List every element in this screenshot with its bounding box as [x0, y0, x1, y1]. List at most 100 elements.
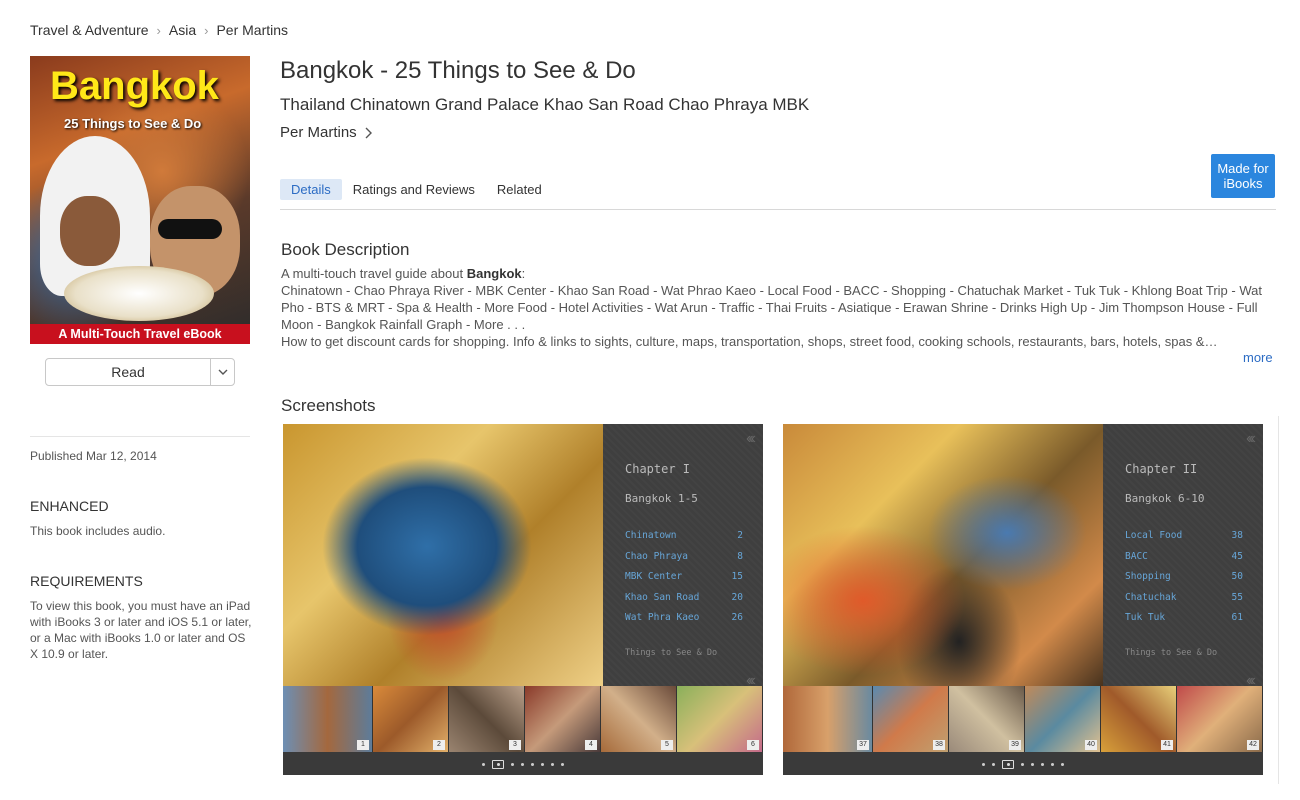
author-link[interactable]: Per Martins	[280, 124, 373, 141]
thumbnail-strip: 37 38 39 40 41 42	[783, 686, 1263, 752]
chapter-panel: ‹‹‹ Chapter II Bangkok 6-10 Local Food 38…	[1103, 424, 1263, 696]
toc-row: Chinatown 2	[625, 530, 743, 541]
chevron-down-icon	[218, 369, 227, 375]
toc-row: Tuk Tuk 61	[1125, 612, 1243, 623]
description-body: Chinatown - Chao Phraya River - MBK Cent…	[281, 283, 1262, 332]
screenshot-1[interactable]: ‹‹‹ Chapter I Bangkok 1-5 Chinatown 2 Cha…	[283, 424, 763, 775]
breadcrumb: Travel & Adventure › Asia › Per Martins	[30, 22, 288, 38]
thumbnail: 3	[449, 686, 525, 752]
cover-title: Bangkok	[50, 64, 219, 108]
badge-line2: iBooks	[1223, 176, 1263, 191]
sidebar-divider	[30, 436, 250, 437]
description-text: A multi-touch travel guide about Bangkok…	[281, 265, 1276, 350]
page-dot	[561, 763, 564, 766]
chevron-right-icon: ›	[156, 22, 161, 38]
page-dot	[1021, 763, 1024, 766]
enhanced-text: This book includes audio.	[30, 524, 166, 538]
tab-details[interactable]: Details	[280, 179, 342, 200]
chevron-right-icon: ›	[204, 22, 209, 38]
enhanced-heading: ENHANCED	[30, 498, 109, 514]
read-button[interactable]: Read	[46, 359, 210, 385]
breadcrumb-asia[interactable]: Asia	[169, 22, 196, 38]
chapter-range: Bangkok 1-5	[625, 492, 698, 505]
cover-chef-face	[60, 196, 120, 266]
tab-related[interactable]: Related	[486, 179, 553, 200]
requirements-text: To view this book, you must have an iPad…	[30, 599, 252, 661]
cover-food-plate	[64, 266, 214, 321]
read-options-dropdown[interactable]	[210, 359, 234, 385]
page-dot-current	[492, 760, 504, 769]
toc-row: Local Food 38	[1125, 530, 1243, 541]
page-dot	[992, 763, 995, 766]
thumbnail: 38	[873, 686, 949, 752]
thumbnail: 40	[1025, 686, 1101, 752]
cover-sunglasses	[158, 219, 222, 239]
book-cover: Bangkok 25 Things to See & Do A Multi-To…	[30, 56, 250, 344]
thumbnail: 42	[1177, 686, 1263, 752]
breadcrumb-author[interactable]: Per Martins	[216, 22, 288, 38]
cover-banner: A Multi-Touch Travel eBook	[30, 324, 250, 344]
thumbnail-strip: 1 2 3 4 5 6	[283, 686, 763, 752]
page-dot	[521, 763, 524, 766]
toc-row: Khao San Road 20	[625, 591, 743, 603]
page-dot	[982, 763, 985, 766]
cover-subtitle: 25 Things to See & Do	[64, 116, 202, 131]
page-dot	[1031, 763, 1034, 766]
screenshots-scroll-edge	[1278, 416, 1279, 784]
page-indicator[interactable]	[283, 754, 763, 775]
chapter-title: Chapter II	[1125, 462, 1198, 476]
page-indicator[interactable]	[783, 754, 1263, 775]
requirements-heading: REQUIREMENTS	[30, 573, 143, 589]
breadcrumb-travel-adventure[interactable]: Travel & Adventure	[30, 22, 149, 38]
description-body-2: How to get discount cards for shopping. …	[281, 334, 1218, 349]
page-dot	[1051, 763, 1054, 766]
chapter-toc: Local Food 38 BACC 45 Shopping 50 Chatuchak…	[1125, 530, 1243, 633]
toc-row: MBK Center 15	[625, 571, 743, 582]
badge-line1: Made for	[1217, 161, 1269, 176]
toc-row: Chao Phraya 8	[625, 550, 743, 562]
chapter-title: Chapter I	[625, 462, 691, 476]
description-heading: Book Description	[281, 240, 410, 259]
read-button-group: Read	[45, 358, 235, 386]
screenshot-photo-tuk-tuk	[783, 424, 1103, 696]
more-link[interactable]: more	[1243, 350, 1273, 365]
thumbnail: 41	[1101, 686, 1177, 752]
toc-row: Wat Phra Kaeo 26	[625, 612, 743, 623]
page-dot	[482, 763, 485, 766]
chapter-footer: Things to See & Do	[625, 648, 718, 658]
page-dot	[531, 763, 534, 766]
tab-divider	[280, 209, 1276, 210]
chapter-toc: Chinatown 2 Chao Phraya 8 MBK Center 15 Kha…	[625, 530, 743, 633]
page-dot	[1061, 763, 1064, 766]
tab-bar: Details Ratings and Reviews Related	[280, 179, 553, 200]
thumbnail: 37	[783, 686, 873, 752]
thumbnail: 1	[283, 686, 373, 752]
chevron-left-icon: ‹‹‹	[746, 430, 756, 447]
thumbnail: 6	[677, 686, 763, 752]
screenshot-photo-demon-mask	[283, 424, 603, 696]
screenshot-2[interactable]: ‹‹‹ Chapter II Bangkok 6-10 Local Food 38…	[783, 424, 1263, 775]
chevron-left-icon: ‹‹‹	[1246, 430, 1256, 447]
chapter-footer: Things to See & Do	[1125, 648, 1218, 658]
toc-row: Shopping 50	[1125, 571, 1243, 582]
toc-row: Chatuchak 55	[1125, 591, 1243, 603]
chevron-right-icon	[365, 127, 372, 138]
published-date: Published Mar 12, 2014	[30, 449, 157, 463]
chapter-range: Bangkok 6-10	[1125, 492, 1205, 505]
tab-ratings-reviews[interactable]: Ratings and Reviews	[342, 179, 486, 200]
book-title: Bangkok - 25 Things to See & Do	[280, 57, 636, 84]
page-dot	[541, 763, 544, 766]
author-name: Per Martins	[280, 124, 357, 141]
page-dot	[551, 763, 554, 766]
thumbnail: 39	[949, 686, 1025, 752]
page-dot-current	[1002, 760, 1014, 769]
chapter-panel: ‹‹‹ Chapter I Bangkok 1-5 Chinatown 2 Cha…	[603, 424, 763, 696]
book-subtitle: Thailand Chinatown Grand Palace Khao San…	[280, 95, 810, 114]
thumbnail: 4	[525, 686, 601, 752]
made-for-ibooks-badge: Made for iBooks	[1211, 154, 1275, 198]
screenshots-heading: Screenshots	[281, 396, 376, 415]
thumbnail: 5	[601, 686, 677, 752]
page-dot	[511, 763, 514, 766]
toc-row: BACC 45	[1125, 550, 1243, 562]
page-dot	[1041, 763, 1044, 766]
